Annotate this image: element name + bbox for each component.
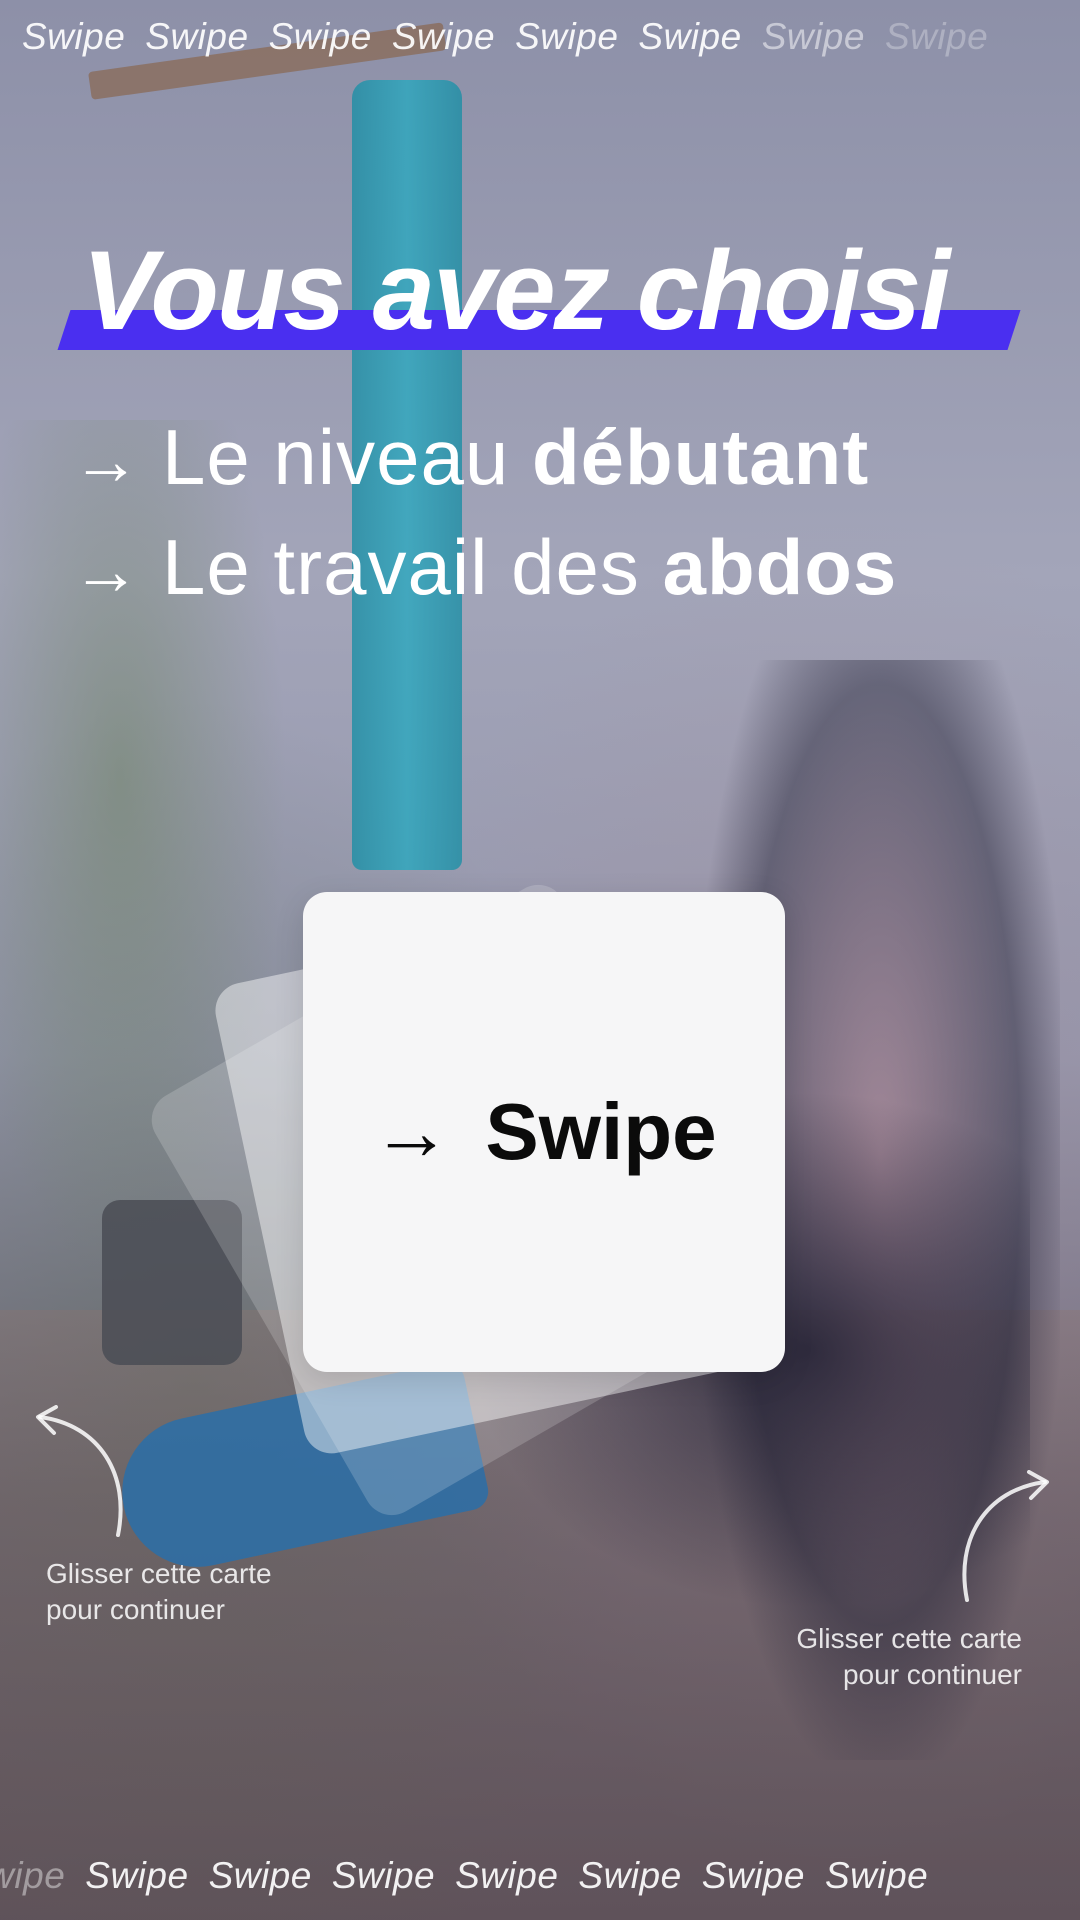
ticker-item: Swipe <box>391 16 496 57</box>
ticker-item: Swipe <box>85 1855 189 1896</box>
choice-focus-prefix: Le travail des <box>162 523 663 611</box>
choice-level-prefix: Le niveau <box>162 413 532 501</box>
ticker-item: Swipe <box>884 16 989 57</box>
arrow-right-icon: → <box>72 423 140 499</box>
swipe-hint-line: Glisser cette carte <box>796 1623 1022 1654</box>
headline: Vous avez choisi <box>82 228 950 353</box>
ticker-item: Swipe <box>145 16 249 57</box>
ticker-item: Swipe <box>331 1855 436 1896</box>
ticker-item: Swipe <box>638 16 742 57</box>
swipe-card-text: Swipe <box>485 1087 717 1176</box>
choice-focus-value: abdos <box>662 523 898 611</box>
swipe-hint-line: pour continuer <box>46 1593 226 1625</box>
curved-arrow-right-icon <box>962 1470 1049 1602</box>
curved-arrow-left-icon <box>36 1405 123 1537</box>
ticker-item: Swipe <box>22 16 126 57</box>
ticker-top: Swipe Swipe Swipe Swipe Swipe Swipe Swipe Swipe <box>22 16 1080 58</box>
headline-block: Vous avez choisi <box>57 228 1024 362</box>
swipe-hint-right: Glisser cette carte pour continuer <box>796 1621 1022 1693</box>
choice-level: → Le niveau débutant <box>72 418 869 496</box>
ticker-item: Swipe <box>0 1855 66 1896</box>
swipe-card-label: → Swipe <box>371 1086 716 1178</box>
ticker-item: Swipe <box>761 16 865 57</box>
arrow-right-icon: → <box>371 1087 452 1176</box>
ticker-item: Swipe <box>268 16 372 57</box>
ticker-item: Swipe <box>208 1855 312 1896</box>
ticker-bottom: Swipe Swipe Swipe Swipe Swipe Swipe Swipe Swipe <box>0 1855 1080 1897</box>
swipe-card[interactable]: → Swipe <box>303 892 785 1372</box>
ticker-item: Swipe <box>455 1855 559 1896</box>
swipe-hint-line: pour continuer <box>842 1658 1022 1690</box>
ticker-item: Swipe <box>824 1855 929 1896</box>
ticker-item: Swipe <box>701 1855 805 1896</box>
ticker-item: Swipe <box>515 16 619 57</box>
choice-level-value: débutant <box>531 413 870 501</box>
swipe-hint-left: Glisser cette carte pour continuer <box>46 1556 272 1628</box>
ticker-item: Swipe <box>578 1855 682 1896</box>
arrow-right-icon: → <box>72 533 140 609</box>
choice-focus: → Le travail des abdos <box>72 528 897 606</box>
swipe-hint-line: Glisser cette carte <box>46 1558 272 1589</box>
